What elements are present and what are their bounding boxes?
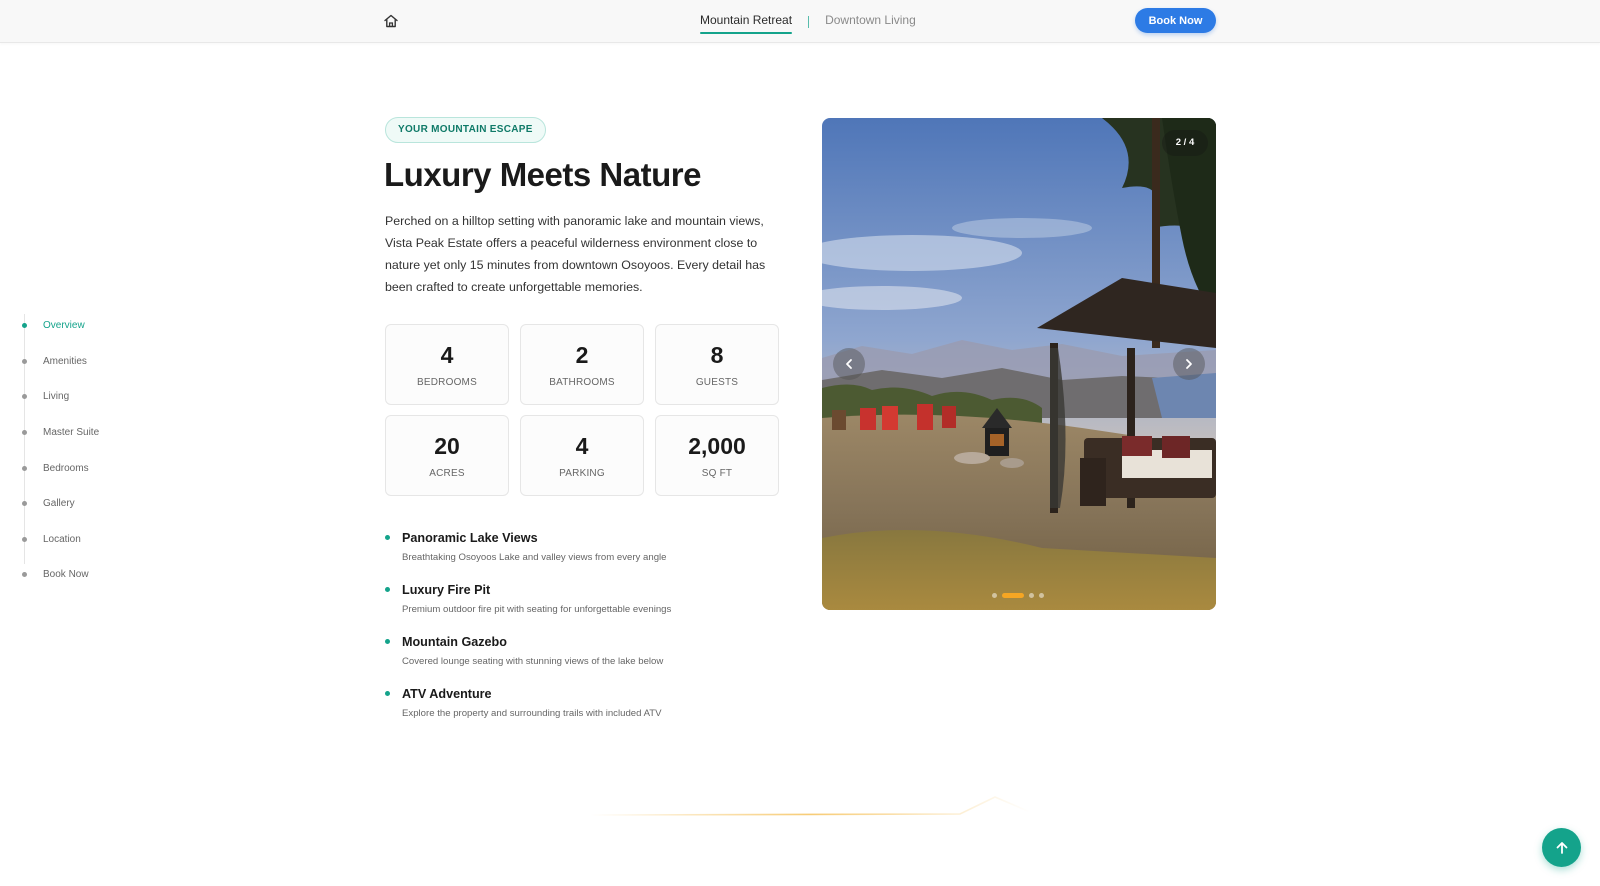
stat-label: GUESTS [695, 376, 739, 388]
stat-label: SQ FT [701, 467, 733, 479]
sidenav-dot [22, 572, 27, 578]
sidenav-dot [22, 430, 27, 436]
sidenav-label: Living [43, 391, 70, 403]
stat-card: 20 ACRES [385, 415, 509, 496]
sidenav-item-amenities[interactable]: Amenities [20, 344, 99, 380]
decorative-mountain-line [589, 796, 1031, 816]
tab-downtown-living[interactable]: Downtown Living [825, 0, 916, 43]
stat-value: 2,000 [688, 432, 746, 459]
list-item: Panoramic Lake Views Breathtaking Osoyoo… [385, 531, 785, 583]
sidenav-label: Overview [43, 320, 85, 332]
sidenav-item-location[interactable]: Location [20, 522, 99, 558]
sidenav-dot [22, 358, 27, 364]
arrow-up-icon [1556, 841, 1567, 854]
sidenav-dot [22, 465, 27, 471]
stat-card: 8 GUESTS [655, 324, 779, 405]
stat-card: 2 BATHROOMS [520, 324, 644, 405]
feature-title: Luxury Fire Pit [402, 583, 491, 597]
top-navigation: Mountain Retreat Downtown Living Book No… [0, 0, 1600, 43]
sidenav-label: Book Now [43, 569, 89, 581]
chevron-right-icon [1186, 359, 1192, 369]
stat-label: ACRES [429, 467, 465, 479]
carousel-photo-gazebo-view [822, 118, 1216, 610]
stat-value: 4 [575, 432, 589, 459]
carousel-dot-4[interactable] [1039, 593, 1044, 598]
stat-label: BEDROOMS [417, 376, 477, 388]
sidenav-item-bedrooms[interactable]: Bedrooms [20, 450, 99, 486]
home-icon[interactable] [382, 12, 400, 30]
stat-card: 4 BEDROOMS [385, 324, 509, 405]
property-stats: 4 BEDROOMS 2 BATHROOMS 8 GUESTS 20 ACRES… [385, 324, 779, 496]
sidenav-item-overview[interactable]: Overview [20, 308, 99, 344]
sidenav-dot [22, 394, 27, 400]
stat-label: PARKING [559, 467, 605, 479]
carousel-dot-1[interactable] [992, 593, 997, 598]
list-item: Luxury Fire Pit Premium outdoor fire pit… [385, 583, 785, 635]
feature-description: Explore the property and surrounding tra… [402, 708, 662, 719]
carousel-prev-button[interactable] [833, 348, 865, 380]
section-sidenav: Overview Amenities Living Master Suite B… [20, 308, 99, 593]
list-item: Mountain Gazebo Covered lounge seating w… [385, 635, 785, 687]
photo-carousel[interactable]: 2 / 4 [822, 118, 1216, 610]
feature-title: Panoramic Lake Views [402, 531, 538, 545]
property-tabs: Mountain Retreat Downtown Living [700, 0, 916, 43]
feature-description: Breathtaking Osoyoos Lake and valley vie… [402, 552, 667, 563]
bullet-dot [385, 639, 390, 644]
feature-description: Covered lounge seating with stunning vie… [402, 656, 664, 667]
book-now-button[interactable]: Book Now [1135, 8, 1216, 33]
carousel-dot-3[interactable] [1029, 593, 1034, 598]
sidenav-label: Location [43, 533, 81, 545]
stat-value: 8 [710, 341, 724, 368]
bullet-dot [385, 691, 390, 696]
list-item: ATV Adventure Explore the property and s… [385, 687, 785, 739]
sidenav-dot [22, 501, 27, 507]
sidenav-dot [22, 323, 27, 329]
hero-description: Perched on a hilltop setting with panora… [385, 214, 766, 294]
bullet-dot [385, 587, 390, 592]
slide-counter: 2 / 4 [1162, 130, 1208, 156]
tab-divider [808, 15, 810, 28]
tab-mountain-retreat[interactable]: Mountain Retreat [700, 0, 793, 43]
sidenav-item-gallery[interactable]: Gallery [20, 486, 99, 522]
stat-label: BATHROOMS [549, 376, 615, 388]
carousel-dots [992, 593, 1044, 598]
carousel-dot-2[interactable] [1002, 593, 1024, 598]
sidenav-dot [22, 536, 27, 542]
sidenav-label: Bedrooms [43, 462, 89, 474]
sidenav-label: Gallery [43, 498, 75, 510]
feature-description: Premium outdoor fire pit with seating fo… [402, 604, 672, 615]
sidenav-item-master-suite[interactable]: Master Suite [20, 415, 99, 451]
stat-card: 4 PARKING [520, 415, 644, 496]
bullet-dot [385, 535, 390, 540]
page-title: Luxury Meets Nature [384, 156, 701, 193]
sidenav-item-living[interactable]: Living [20, 379, 99, 415]
scroll-to-top-button[interactable] [1542, 828, 1581, 867]
sidenav-label: Amenities [43, 355, 87, 367]
stat-value: 2 [575, 341, 589, 368]
feature-title: Mountain Gazebo [402, 635, 507, 649]
feature-list: Panoramic Lake Views Breathtaking Osoyoo… [385, 531, 785, 739]
carousel-next-button[interactable] [1173, 348, 1205, 380]
feature-title: ATV Adventure [402, 687, 492, 701]
chevron-left-icon [846, 359, 852, 369]
sidenav-label: Master Suite [43, 427, 100, 439]
stat-card: 2,000 SQ FT [655, 415, 779, 496]
stat-value: 4 [440, 341, 454, 368]
stat-value: 20 [434, 432, 460, 459]
section-badge: YOUR MOUNTAIN ESCAPE [385, 117, 546, 143]
sidenav-item-book-now[interactable]: Book Now [20, 557, 99, 593]
